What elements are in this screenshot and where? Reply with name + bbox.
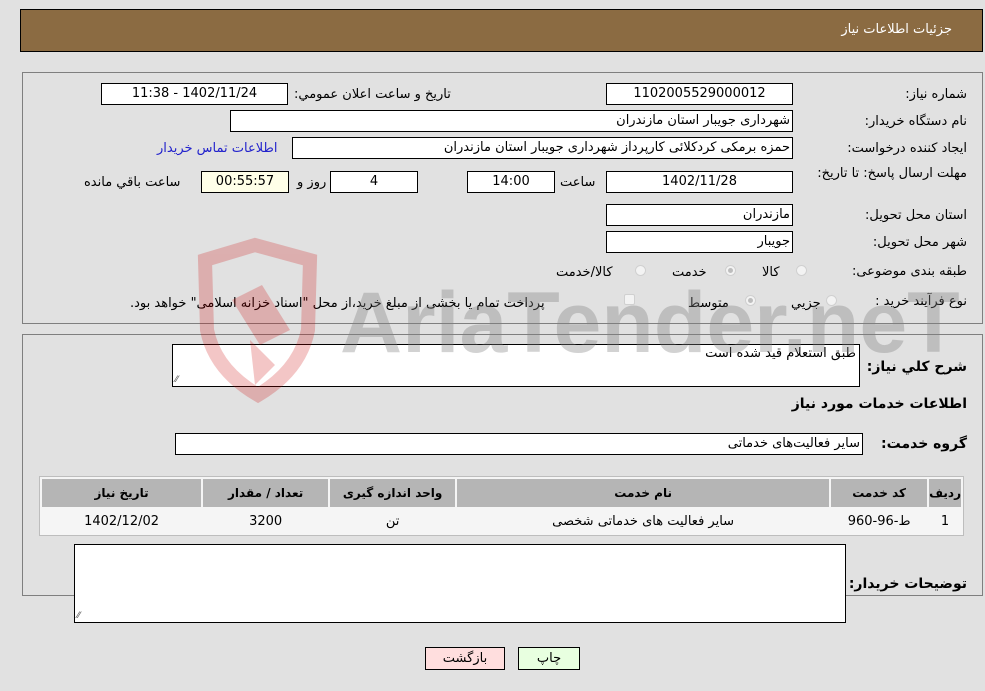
category-label: طبقه بندی موضوعی: [851, 264, 967, 279]
deadline-time-label: ساعت [560, 175, 596, 190]
time-remaining-label: ساعت باقي مانده [84, 175, 181, 190]
back-button[interactable]: بازگشت [425, 647, 505, 670]
deadline-time-field: 14:00 [467, 171, 555, 193]
category-radio-service[interactable] [725, 265, 736, 276]
category-radio-goods[interactable] [796, 265, 807, 276]
days-label: روز و [297, 175, 327, 190]
cell-row-number: 1 [929, 509, 961, 533]
table-row: 1 ط-96-960 سایر فعالیت های خدماتی شخصی ت… [42, 509, 961, 533]
col-header-need-date: تاریخ نیاز [42, 479, 202, 507]
services-section-title: اطلاعات خدمات مورد نیاز [791, 396, 967, 412]
purchase-type-option-minor: جزيي [791, 296, 821, 311]
buyer-contact-link[interactable]: اطلاعات تماس خریدار [157, 141, 277, 156]
category-radio-goods-service[interactable] [635, 265, 646, 276]
page-title: جزئیات اطلاعات نیاز [841, 22, 952, 37]
resize-handle-icon[interactable]: ⁄⁄ [175, 375, 178, 385]
purchase-type-radio-medium[interactable] [745, 295, 756, 306]
cell-unit: تن [330, 509, 456, 533]
days-remaining-field: 4 [330, 171, 418, 193]
resize-handle-icon[interactable]: ⁄⁄ [77, 611, 80, 621]
requester-field: حمزه برمکی کردکلائی کارپرداز شهرداری جوی… [292, 137, 793, 159]
buyer-notes-textarea[interactable]: ⁄⁄ [74, 544, 846, 623]
purchase-type-label: نوع فرآیند خرید : [875, 294, 967, 309]
delivery-province-label: استان محل تحویل: [865, 208, 967, 223]
category-option-goods-service: کالا/خدمت [556, 265, 613, 280]
print-button[interactable]: چاپ [518, 647, 580, 670]
buyer-org-field: شهرداری جویبار استان مازندران [230, 110, 793, 132]
need-number-label: شماره نیاز: [905, 87, 967, 102]
col-header-service-name: نام خدمت [457, 479, 830, 507]
treasury-checkbox[interactable] [624, 294, 635, 305]
service-group-field: سایر فعالیت‌های خدماتی [175, 433, 863, 455]
purchase-type-option-medium: متوسط [688, 296, 729, 311]
description-text: طبق استعلام قید شده است [705, 346, 856, 361]
deadline-date-field: 1402/11/28 [606, 171, 793, 193]
table-header-row: ردیف کد خدمت نام خدمت واحد اندازه گیری ت… [42, 479, 961, 507]
treasury-note: پرداخت تمام یا بخشی از مبلغ خرید،از محل … [130, 296, 545, 311]
service-group-label: گروه خدمت: [881, 436, 967, 452]
requester-label: ایجاد کننده درخواست: [847, 141, 967, 156]
category-option-goods: کالا [762, 265, 780, 280]
announce-datetime-label: تاریخ و ساعت اعلان عمومي: [294, 87, 451, 102]
need-number-field: 1102005529000012 [606, 83, 793, 105]
time-remaining-field: 00:55:57 [201, 171, 289, 193]
delivery-city-field: جویبار [606, 231, 793, 253]
category-option-service: خدمت [672, 265, 707, 280]
purchase-type-radio-minor[interactable] [826, 295, 837, 306]
deadline-label: مهلت ارسال پاسخ: تا تاریخ: [817, 166, 967, 181]
cell-service-name: سایر فعالیت های خدماتی شخصی [457, 509, 830, 533]
col-header-service-code: کد خدمت [831, 479, 928, 507]
description-label: شرح کلي نیاز: [866, 359, 967, 375]
services-table: ردیف کد خدمت نام خدمت واحد اندازه گیری ت… [39, 476, 964, 536]
cell-need-date: 1402/12/02 [42, 509, 202, 533]
page-header: جزئیات اطلاعات نیاز [20, 9, 983, 52]
delivery-province-field: مازندران [606, 204, 793, 226]
buyer-notes-label: توضیحات خریدار: [848, 576, 967, 592]
col-header-unit: واحد اندازه گیری [330, 479, 456, 507]
cell-service-code: ط-96-960 [831, 509, 928, 533]
col-header-row-number: ردیف [929, 479, 961, 507]
col-header-quantity: تعداد / مقدار [203, 479, 329, 507]
delivery-city-label: شهر محل تحویل: [872, 235, 967, 250]
cell-quantity: 3200 [203, 509, 329, 533]
announce-datetime-field: 1402/11/24 - 11:38 [101, 83, 288, 105]
buyer-org-label: نام دستگاه خریدار: [864, 114, 967, 129]
description-textarea[interactable]: طبق استعلام قید شده است ⁄⁄ [172, 344, 860, 387]
